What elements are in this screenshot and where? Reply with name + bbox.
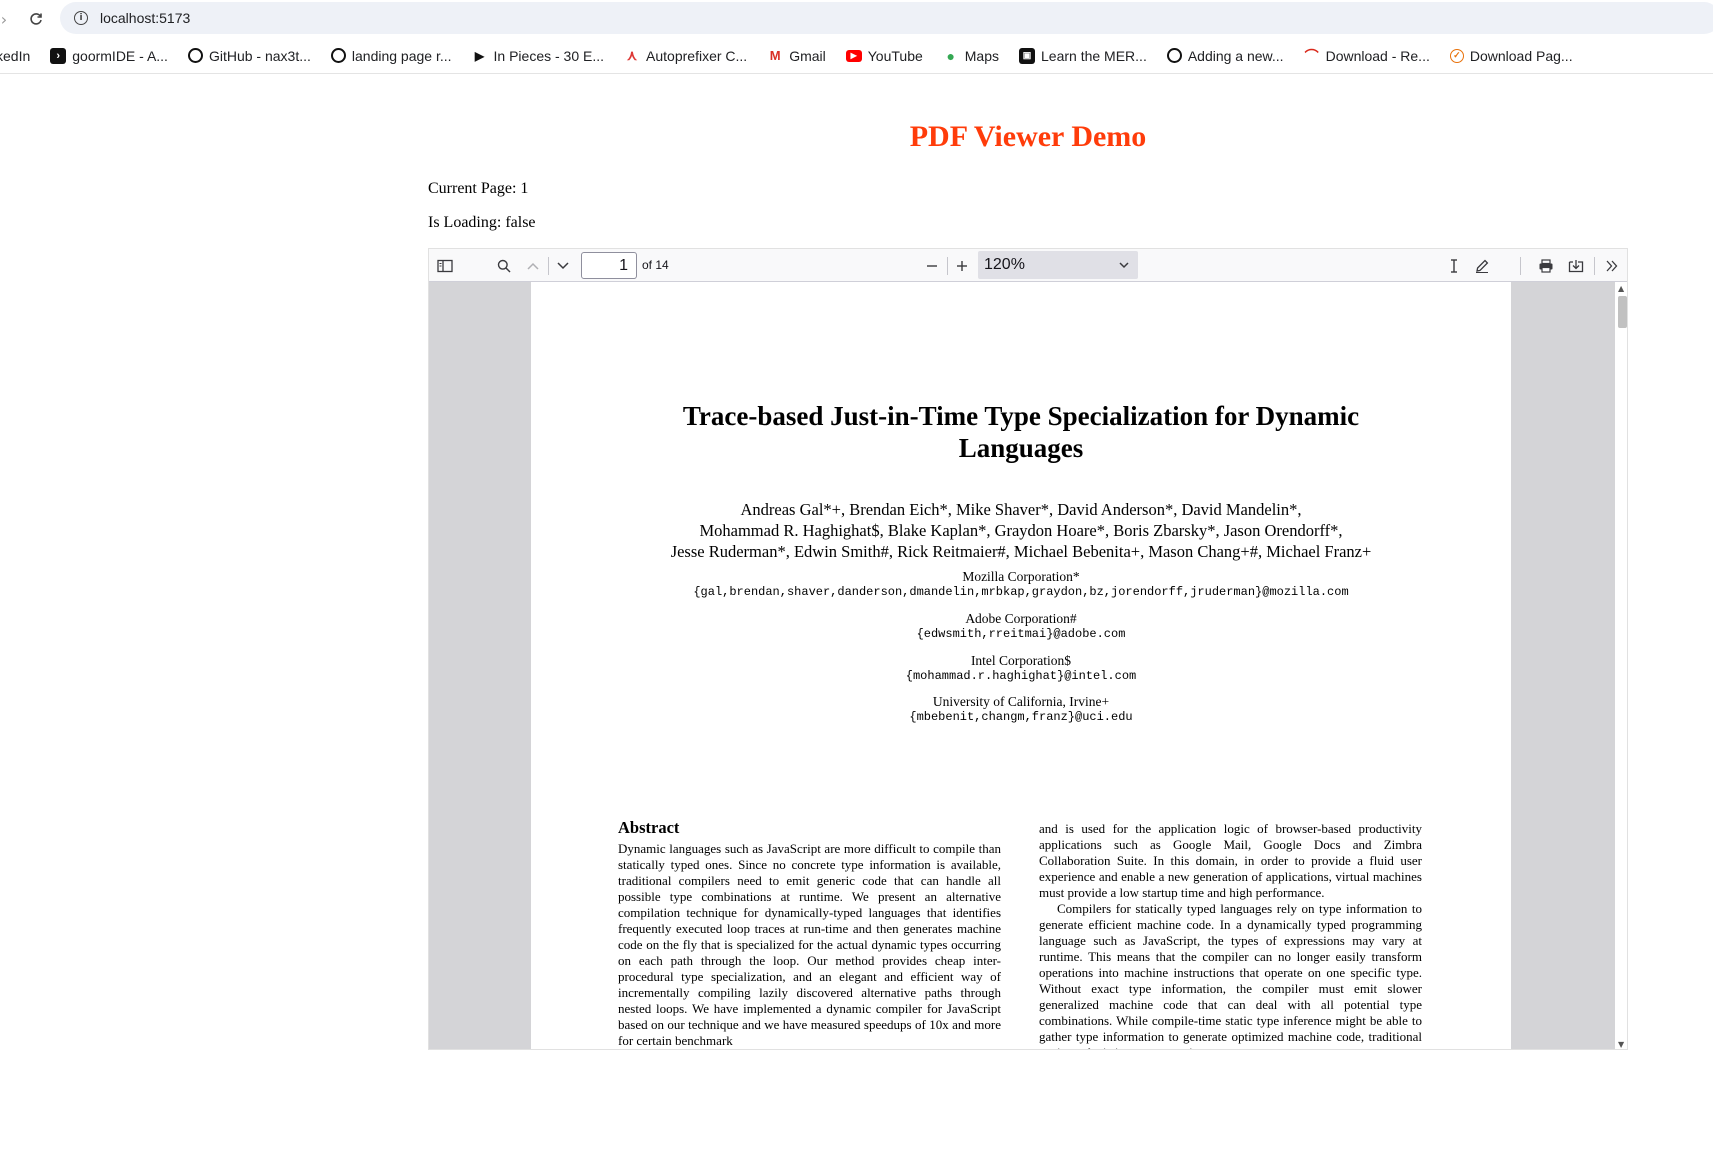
toolbar-divider [947, 257, 948, 275]
abstract-column: Dynamic languages such as JavaScript are… [618, 841, 1001, 1049]
redis-icon: ⌒ [1304, 47, 1319, 64]
bookmark-item[interactable]: Adding a new... [1166, 47, 1284, 64]
bookmark-item[interactable]: ▶ In Pieces - 30 E... [472, 47, 605, 64]
toolbar-divider [548, 257, 549, 275]
affiliation-email: {mohammad.r.haghighat}@intel.com [905, 669, 1137, 683]
pdf-page: Trace-based Just-in-Time Type Specializa… [531, 282, 1511, 1049]
bookmark-label: Maps [964, 47, 999, 64]
bookmark-label: Download - Re... [1325, 47, 1430, 64]
bookmarks-bar: kedIn › goormIDE - A... GitHub - nax3t..… [0, 38, 1713, 74]
tools-menu-icon[interactable] [1599, 253, 1625, 279]
url-text: localhost:5173 [100, 10, 191, 26]
authors-line: Jesse Ruderman*, Edwin Smith#, Rick Reit… [670, 542, 1372, 561]
affiliation-email: {mbebenit,changm,franz}@uci.edu [909, 710, 1133, 724]
affiliation-email: {gal,brendan,shaver,danderson,dmandelin,… [693, 585, 1349, 599]
bookmark-item[interactable]: landing page r... [330, 47, 452, 64]
bookmark-item[interactable]: kedIn [0, 48, 30, 64]
bookmark-label: Autoprefixer C... [646, 47, 748, 64]
bookmark-label: Download Pag... [1469, 47, 1573, 64]
pdf-viewer: 1 of 14 120% Trace-based Just-in-Time Ty… [428, 248, 1628, 1050]
authors-line: Andreas Gal*+, Brendan Eich*, Mike Shave… [740, 500, 1302, 519]
toolbar-divider [1594, 257, 1595, 275]
zoom-out-icon[interactable] [919, 253, 945, 279]
paper-title: Trace-based Just-in-Time Type Specializa… [531, 400, 1511, 464]
paper-title-line: Trace-based Just-in-Time Type Specializa… [682, 401, 1360, 431]
play-icon: ▶ [474, 48, 485, 63]
viewer-toolbar: 1 of 14 120% [429, 249, 1627, 282]
zoom-value: 120% [984, 256, 1025, 273]
page-title: PDF Viewer Demo [909, 120, 1147, 153]
draw-pen-icon[interactable] [1469, 253, 1495, 279]
paper-title-line: Languages [958, 433, 1084, 463]
bookmark-item[interactable]: ✓ Download Pag... [1449, 47, 1573, 64]
zoom-in-icon[interactable] [949, 253, 975, 279]
page-count-label: of 14 [642, 258, 669, 272]
bookmark-item[interactable]: › goormIDE - A... [50, 47, 168, 64]
pdf-scroll-area[interactable]: Trace-based Just-in-Time Type Specializa… [429, 282, 1627, 1049]
site-info-icon[interactable]: i [74, 11, 88, 25]
page-number-input[interactable]: 1 [581, 252, 637, 279]
print-icon[interactable] [1533, 253, 1559, 279]
github-icon [187, 48, 203, 63]
goorm-icon: › [50, 47, 67, 64]
sidebar-toggle-icon[interactable] [432, 253, 458, 279]
loading-status-text: Is Loading: false [428, 214, 536, 231]
affiliation-name: Intel Corporation$ [970, 653, 1072, 668]
affiliation-name: University of California, Irvine+ [932, 694, 1110, 709]
text-select-icon[interactable] [1441, 253, 1467, 279]
bookmark-item[interactable]: GitHub - nax3t... [187, 47, 311, 64]
github-icon [1166, 48, 1182, 63]
bookmark-item[interactable]: ⋏ Autoprefixer C... [624, 47, 748, 64]
reload-icon[interactable] [24, 7, 48, 31]
bookmark-item[interactable]: M Gmail [767, 48, 826, 64]
affiliation-name: Mozilla Corporation* [962, 569, 1080, 584]
bookmark-item[interactable]: ▶ YouTube [845, 47, 923, 64]
bookmark-item[interactable]: ⌒ Download - Re... [1304, 48, 1430, 64]
bookmark-label: Adding a new... [1187, 47, 1284, 64]
maps-icon: ● [946, 47, 955, 64]
scroll-down-icon[interactable]: ▼ [1618, 1040, 1624, 1049]
body-paragraph: and is used for the application logic of… [1039, 821, 1422, 900]
bookmark-label: kedIn [0, 47, 31, 64]
abstract-heading: Abstract [618, 818, 680, 837]
bookmark-label: Learn the MER... [1041, 47, 1147, 64]
zoom-select[interactable]: 120% [978, 251, 1138, 279]
bookmark-item[interactable]: ● Maps [943, 48, 999, 64]
autoprefixer-icon: ⋏ [626, 47, 638, 63]
current-page-text: Current Page: 1 [428, 180, 529, 197]
youtube-icon: ▶ [845, 49, 862, 62]
github-icon [330, 48, 346, 63]
scroll-up-icon[interactable]: ▲ [1618, 284, 1624, 293]
affiliation-email: {edwsmith,rreitmai}@adobe.com [916, 627, 1126, 641]
bookmark-label: Gmail [789, 47, 826, 64]
learn-icon: ▣ [1019, 47, 1035, 64]
bookmark-label: goormIDE - A... [72, 47, 168, 64]
forward-icon[interactable]: › [0, 7, 16, 31]
authors-line: Mohammad R. Haghighat$, Blake Kaplan*, G… [699, 521, 1343, 540]
address-bar[interactable]: i localhost:5173 [60, 2, 1713, 34]
right-column: and is used for the application logic of… [1039, 821, 1422, 1049]
next-page-icon[interactable] [550, 253, 576, 279]
download-icon: ✓ [1449, 48, 1464, 63]
save-download-icon[interactable] [1563, 253, 1589, 279]
bookmark-label: landing page r... [351, 47, 452, 64]
abstract-paragraph: Dynamic languages such as JavaScript are… [618, 841, 1001, 1048]
toolbar-divider [1520, 257, 1521, 275]
affiliation-name: Adobe Corporation# [965, 611, 1077, 626]
bookmark-label: GitHub - nax3t... [208, 47, 311, 64]
search-icon[interactable] [491, 253, 517, 279]
browser-address-row: › i localhost:5173 [0, 0, 1713, 38]
vertical-scrollbar[interactable]: ▲ ▼ [1615, 282, 1627, 1049]
scrollbar-thumb[interactable] [1618, 296, 1627, 328]
previous-page-icon[interactable] [520, 253, 546, 279]
bookmark-label: YouTube [867, 47, 923, 64]
gmail-icon: M [769, 48, 781, 63]
body-paragraph: Compilers for statically typed languages… [1039, 901, 1422, 1049]
bookmark-label: In Pieces - 30 E... [493, 47, 605, 64]
paper-authors: Andreas Gal*+, Brendan Eich*, Mike Shave… [531, 499, 1511, 562]
bookmark-item[interactable]: ▣ Learn the MER... [1019, 47, 1147, 64]
